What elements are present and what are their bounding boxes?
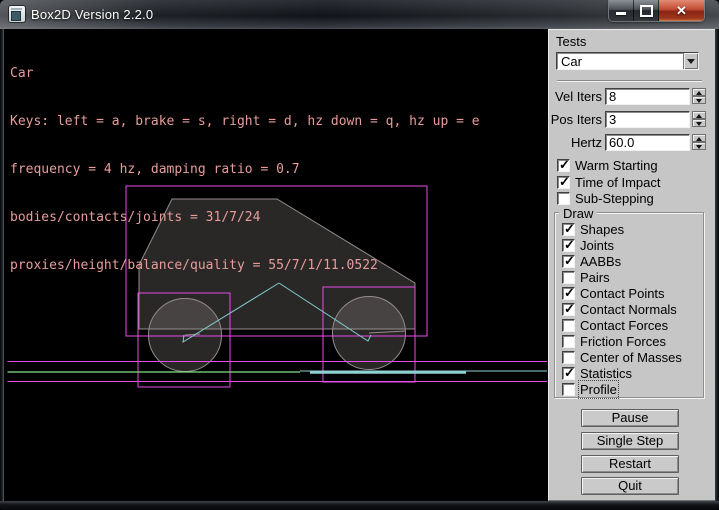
hertz-down-button[interactable] [692,142,706,150]
warm-starting-checkbox[interactable]: ✓ [557,159,570,172]
hertz-input[interactable] [605,134,690,151]
tests-dropdown-value: Car [561,54,582,69]
hertz-up-button[interactable] [692,134,706,142]
app-window: Box2D Version 2.2.0 ✕ [0,0,719,510]
restart-button[interactable]: Restart [581,455,679,473]
aabbs-checkbox[interactable]: ✓ [562,255,575,268]
keys-help-text: Keys: left = a, brake = s, right = d, hz… [10,114,480,130]
statistics-label[interactable]: Statistics [580,366,632,381]
hertz-stepper [692,134,706,151]
hertz-label: Hertz [571,135,602,150]
debug-text-overlay: Car Keys: left = a, brake = s, right = d… [10,34,480,306]
close-icon: ✕ [676,4,687,17]
joints-label[interactable]: Joints [580,238,614,253]
arrow-down-icon [696,122,702,126]
center-of-masses-checkbox[interactable] [562,351,575,364]
contact-normals-label[interactable]: Contact Normals [580,302,677,317]
arrow-up-icon [696,137,702,141]
pos-iters-input[interactable] [605,111,690,128]
pairs-checkbox[interactable] [562,271,575,284]
contact-normals-checkbox[interactable]: ✓ [562,303,575,316]
vel-iters-stepper [692,88,706,105]
title-bar[interactable]: Box2D Version 2.2.0 ✕ [0,0,719,29]
friction-forces-label[interactable]: Friction Forces [580,334,666,349]
vel-iters-input[interactable] [605,88,690,105]
pos-iters-label: Pos Iters [551,112,602,127]
close-button[interactable]: ✕ [659,0,704,21]
tests-dropdown-button[interactable] [683,53,698,69]
arrow-down-icon [696,145,702,149]
joints-checkbox[interactable]: ✓ [562,239,575,252]
pos-iters-row: Pos Iters [549,112,716,127]
draw-group-label: Draw [559,206,597,221]
pairs-label[interactable]: Pairs [580,270,610,285]
body-stats-text: bodies/contacts/joints = 31/7/24 [10,210,480,226]
caption-buttons: ✕ [609,0,704,21]
time-of-impact-label[interactable]: Time of Impact [575,175,660,190]
center-of-masses-label[interactable]: Center of Masses [580,350,682,365]
contact-forces-checkbox[interactable] [562,319,575,332]
tests-dropdown[interactable]: Car [556,52,699,70]
pause-button[interactable]: Pause [581,409,679,427]
chevron-down-icon [687,59,695,64]
vel-iters-up-button[interactable] [692,88,706,96]
statistics-checkbox[interactable]: ✓ [562,367,575,380]
maximize-button[interactable] [633,0,659,21]
frequency-text: frequency = 4 hz, damping ratio = 0.7 [10,162,480,178]
profile-checkbox[interactable] [562,383,575,396]
warm-starting-label[interactable]: Warm Starting [575,158,658,173]
friction-forces-checkbox[interactable] [562,335,575,348]
minimize-icon [616,12,626,15]
contact-points-checkbox[interactable]: ✓ [562,287,575,300]
single-step-button[interactable]: Single Step [581,432,679,450]
arrow-up-icon [696,114,702,118]
proxy-stats-text: proxies/height/balance/quality = 55/7/1/… [10,258,480,274]
contact-forces-label[interactable]: Contact Forces [580,318,668,333]
time-of-impact-checkbox[interactable]: ✓ [557,176,570,189]
test-name-text: Car [10,66,480,82]
quit-button[interactable]: Quit [581,477,679,495]
arrow-up-icon [696,91,702,95]
profile-label[interactable]: Profile [580,382,617,397]
sub-stepping-label[interactable]: Sub-Stepping [575,191,654,206]
pos-iters-stepper [692,111,706,128]
simulation-viewport[interactable]: Car Keys: left = a, brake = s, right = d… [4,29,548,501]
tests-label: Tests [556,34,586,49]
maximize-icon [640,5,653,17]
aabbs-label[interactable]: AABBs [580,254,621,269]
control-panel: Tests Car Vel Iters Pos Iters [548,29,715,501]
app-icon [9,6,25,22]
shapes-checkbox[interactable]: ✓ [562,223,575,236]
pos-iters-down-button[interactable] [692,119,706,127]
vel-iters-label: Vel Iters [555,89,602,104]
window-title: Box2D Version 2.2.0 [31,7,153,22]
window-frame-bottom [0,501,719,510]
pos-iters-up-button[interactable] [692,111,706,119]
sub-stepping-checkbox[interactable] [557,192,570,205]
arrow-down-icon [696,99,702,103]
shapes-label[interactable]: Shapes [580,222,624,237]
vel-iters-down-button[interactable] [692,96,706,104]
hertz-row: Hertz [549,135,716,150]
minimize-button[interactable] [609,0,633,21]
vel-iters-row: Vel Iters [549,89,716,104]
separator [557,80,702,82]
contact-points-label[interactable]: Contact Points [580,286,665,301]
